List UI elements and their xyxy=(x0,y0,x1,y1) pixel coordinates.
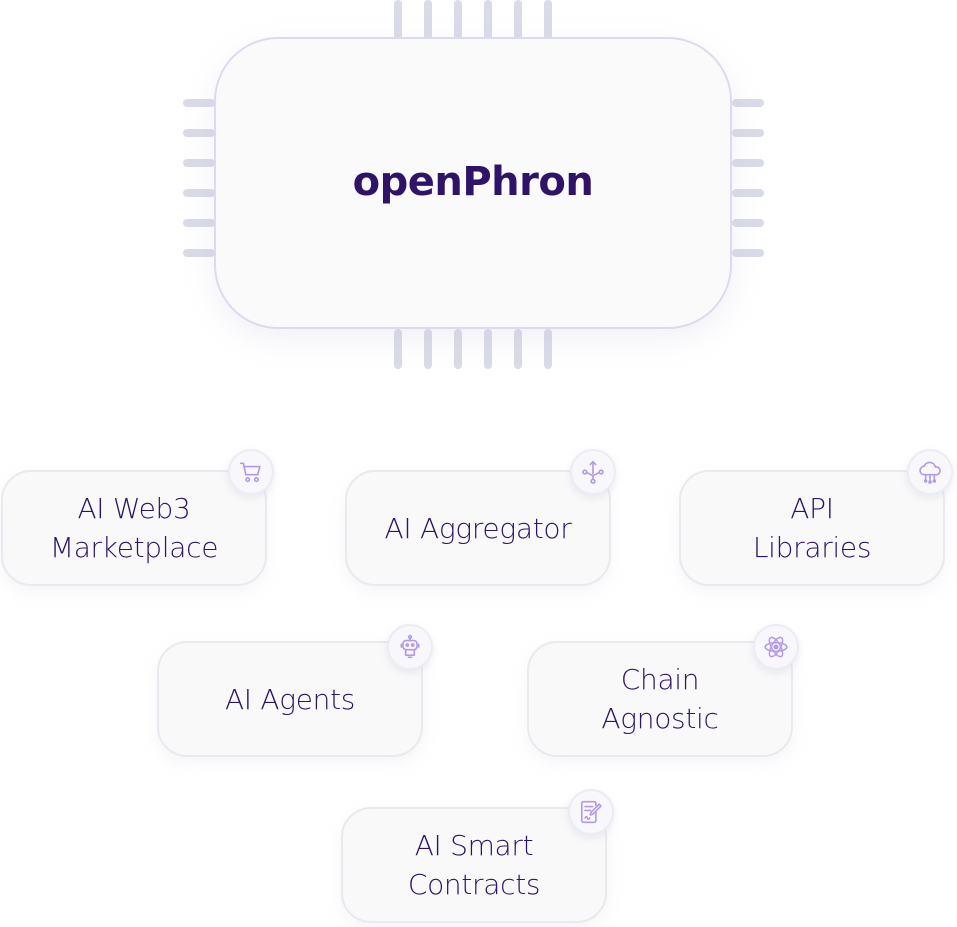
feature-card-chain-agnostic[interactable]: Chain Agnostic xyxy=(527,641,793,757)
chip-pin-bottom xyxy=(484,329,492,369)
chip-pin-right xyxy=(732,99,764,107)
feature-label: AI Aggregator xyxy=(384,511,572,545)
feature-card-ai-aggregator[interactable]: AI Aggregator xyxy=(345,470,611,586)
diagram-canvas: openPhron AI Web3 Marketplace AI Aggrega… xyxy=(0,0,957,927)
feature-badge xyxy=(753,624,799,670)
feature-badge xyxy=(570,449,616,495)
feature-card-ai-web3-marketplace[interactable]: AI Web3 Marketplace xyxy=(1,470,267,586)
chip-pin-bottom xyxy=(544,329,552,369)
chip-pin-right xyxy=(732,129,764,137)
chip-pin-top xyxy=(514,0,522,40)
chip-pin-left xyxy=(183,219,215,227)
chip-title: openPhron xyxy=(352,159,594,205)
chip-pin-left xyxy=(183,99,215,107)
chip-pin-bottom xyxy=(454,329,462,369)
atom-icon xyxy=(764,636,788,658)
feature-label: AI Smart Contracts xyxy=(407,829,541,901)
chip-pin-top xyxy=(394,0,402,40)
feature-badge xyxy=(228,449,274,495)
feature-card-ai-agents[interactable]: AI Agents xyxy=(157,641,423,757)
feature-card-api-libraries[interactable]: API Libraries xyxy=(679,470,945,586)
feature-badge xyxy=(907,449,953,495)
feature-badge xyxy=(387,624,433,670)
chip-pin-left xyxy=(183,159,215,167)
chip-pin-left xyxy=(183,249,215,257)
chip-pin-top xyxy=(544,0,552,40)
feature-label: AI Web3 Marketplace xyxy=(49,492,219,564)
chip-pin-right xyxy=(732,219,764,227)
feature-label: AI Agents xyxy=(224,682,356,716)
chip-pin-top xyxy=(424,0,432,40)
chip-pin-top xyxy=(454,0,462,40)
chip-pin-left xyxy=(183,189,215,197)
chip-pin-bottom xyxy=(514,329,522,369)
chip-core: openPhron xyxy=(214,37,732,329)
chip-pin-bottom xyxy=(394,329,402,369)
chip-pin-right xyxy=(732,189,764,197)
chip-pin-right xyxy=(732,159,764,167)
cloud-network-icon xyxy=(919,461,941,484)
feature-label: API Libraries xyxy=(752,492,872,564)
chip-pin-top xyxy=(484,0,492,40)
shopping-cart-icon xyxy=(239,462,261,483)
contract-pen-icon xyxy=(580,800,602,824)
feature-badge xyxy=(568,789,614,835)
chip-pin-bottom xyxy=(424,329,432,369)
robot-icon xyxy=(400,634,420,659)
chip-pin-right xyxy=(732,249,764,257)
chip-pin-left xyxy=(183,129,215,137)
feature-card-ai-smart-contracts[interactable]: AI Smart Contracts xyxy=(341,807,607,923)
feature-label: Chain Agnostic xyxy=(601,663,719,735)
merge-branches-icon xyxy=(582,460,604,484)
